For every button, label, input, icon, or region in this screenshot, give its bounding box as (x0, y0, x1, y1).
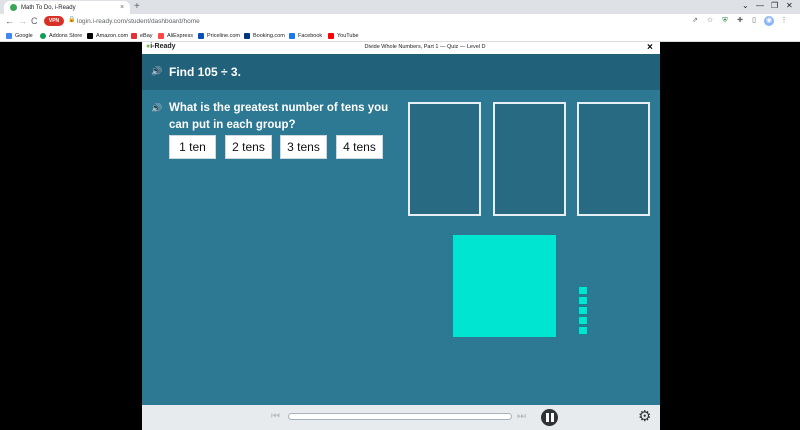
bookmark-facebook[interactable]: Facebook (289, 31, 322, 40)
ebay-icon (131, 32, 137, 39)
back-icon[interactable]: ← (5, 16, 14, 26)
bookmark-youtube[interactable]: YouTube (328, 31, 359, 40)
bookmark-star-icon[interactable]: ☆ (705, 16, 715, 26)
share-icon[interactable]: ⇗ (690, 16, 700, 26)
option-1-ten[interactable]: 1 ten (169, 135, 216, 159)
option-3-tens[interactable]: 3 tens (280, 135, 327, 159)
amazon-icon (87, 32, 93, 39)
new-tab-button[interactable]: + (134, 1, 140, 12)
group-box-3[interactable] (577, 102, 650, 216)
progress-track[interactable] (288, 413, 512, 420)
pause-button[interactable] (541, 409, 558, 426)
url-field[interactable]: login.i-ready.com/student/dashboard/home (77, 16, 200, 27)
bookmark-priceline[interactable]: Priceline.com (198, 31, 240, 40)
bookmark-aliexpress[interactable]: AliExpress (158, 31, 193, 40)
tab-title: Math To Do, i-Ready (21, 4, 76, 11)
vpn-badge[interactable]: VPN (44, 16, 64, 26)
settings-gear-icon[interactable]: ⚙ (638, 408, 651, 425)
bookmark-google[interactable]: Google (6, 31, 33, 40)
speaker-icon[interactable]: 🔊 (151, 66, 162, 77)
question-speaker-icon[interactable]: 🔊 (151, 103, 162, 114)
option-4-tens[interactable]: 4 tens (336, 135, 383, 159)
one-cube[interactable] (578, 296, 588, 305)
booking-icon (244, 32, 250, 39)
group-box-2[interactable] (493, 102, 566, 216)
addons-icon (40, 32, 46, 39)
lesson-title: Divide Whole Numbers, Part 1 — Quiz — Le… (364, 44, 486, 50)
bookmark-ebay[interactable]: eBay (131, 31, 153, 40)
priceline-icon (198, 32, 204, 39)
extensions-icon[interactable]: ✚ (735, 16, 745, 26)
iready-favicon-icon (10, 4, 17, 11)
lock-icon: 🔒 (68, 17, 76, 23)
fast-forward-icon[interactable]: ⏭ (517, 411, 526, 422)
one-cube[interactable] (578, 316, 588, 325)
iready-logo: ●i-Ready (146, 43, 176, 50)
one-cube[interactable] (578, 306, 588, 315)
pause-bar (545, 413, 549, 422)
option-2-tens[interactable]: 2 tens (225, 135, 272, 159)
minimize-button[interactable]: — (756, 1, 764, 10)
question-text: What is the greatest number of tens you … (169, 102, 389, 131)
hundred-block[interactable] (453, 235, 556, 337)
aliexpress-icon (158, 32, 164, 39)
bookmark-booking[interactable]: Booking.com (244, 31, 285, 40)
close-lesson-icon[interactable]: × (647, 42, 653, 53)
shield-extension-icon[interactable]: ⛨ (720, 16, 730, 26)
pause-bar (550, 413, 554, 422)
google-icon (6, 32, 12, 39)
rewind-icon[interactable]: ⏮ (271, 411, 280, 422)
tab-search-icon[interactable]: ⌄ (742, 1, 749, 10)
bookmark-amazon[interactable]: Amazon.com (87, 31, 128, 40)
profile-avatar[interactable]: ◉ (764, 16, 774, 26)
group-box-1[interactable] (408, 102, 481, 216)
close-window-button[interactable]: ✕ (786, 1, 793, 10)
facebook-icon (289, 32, 295, 39)
one-cube[interactable] (578, 286, 588, 295)
youtube-icon (328, 32, 334, 39)
sidebar-icon[interactable]: ▯ (749, 16, 759, 26)
maximize-button[interactable]: ❐ (771, 1, 778, 10)
one-cube[interactable] (578, 326, 588, 335)
forward-icon[interactable]: → (18, 16, 27, 26)
menu-icon[interactable]: ⋮ (779, 16, 789, 26)
browser-tab[interactable]: Math To Do, i-Ready × (4, 1, 130, 14)
tab-close-icon[interactable]: × (120, 4, 130, 11)
bookmark-addons-store[interactable]: Addons Store (40, 31, 82, 40)
prompt-text: Find 105 ÷ 3. (169, 65, 241, 79)
reload-icon[interactable]: C (31, 16, 38, 26)
